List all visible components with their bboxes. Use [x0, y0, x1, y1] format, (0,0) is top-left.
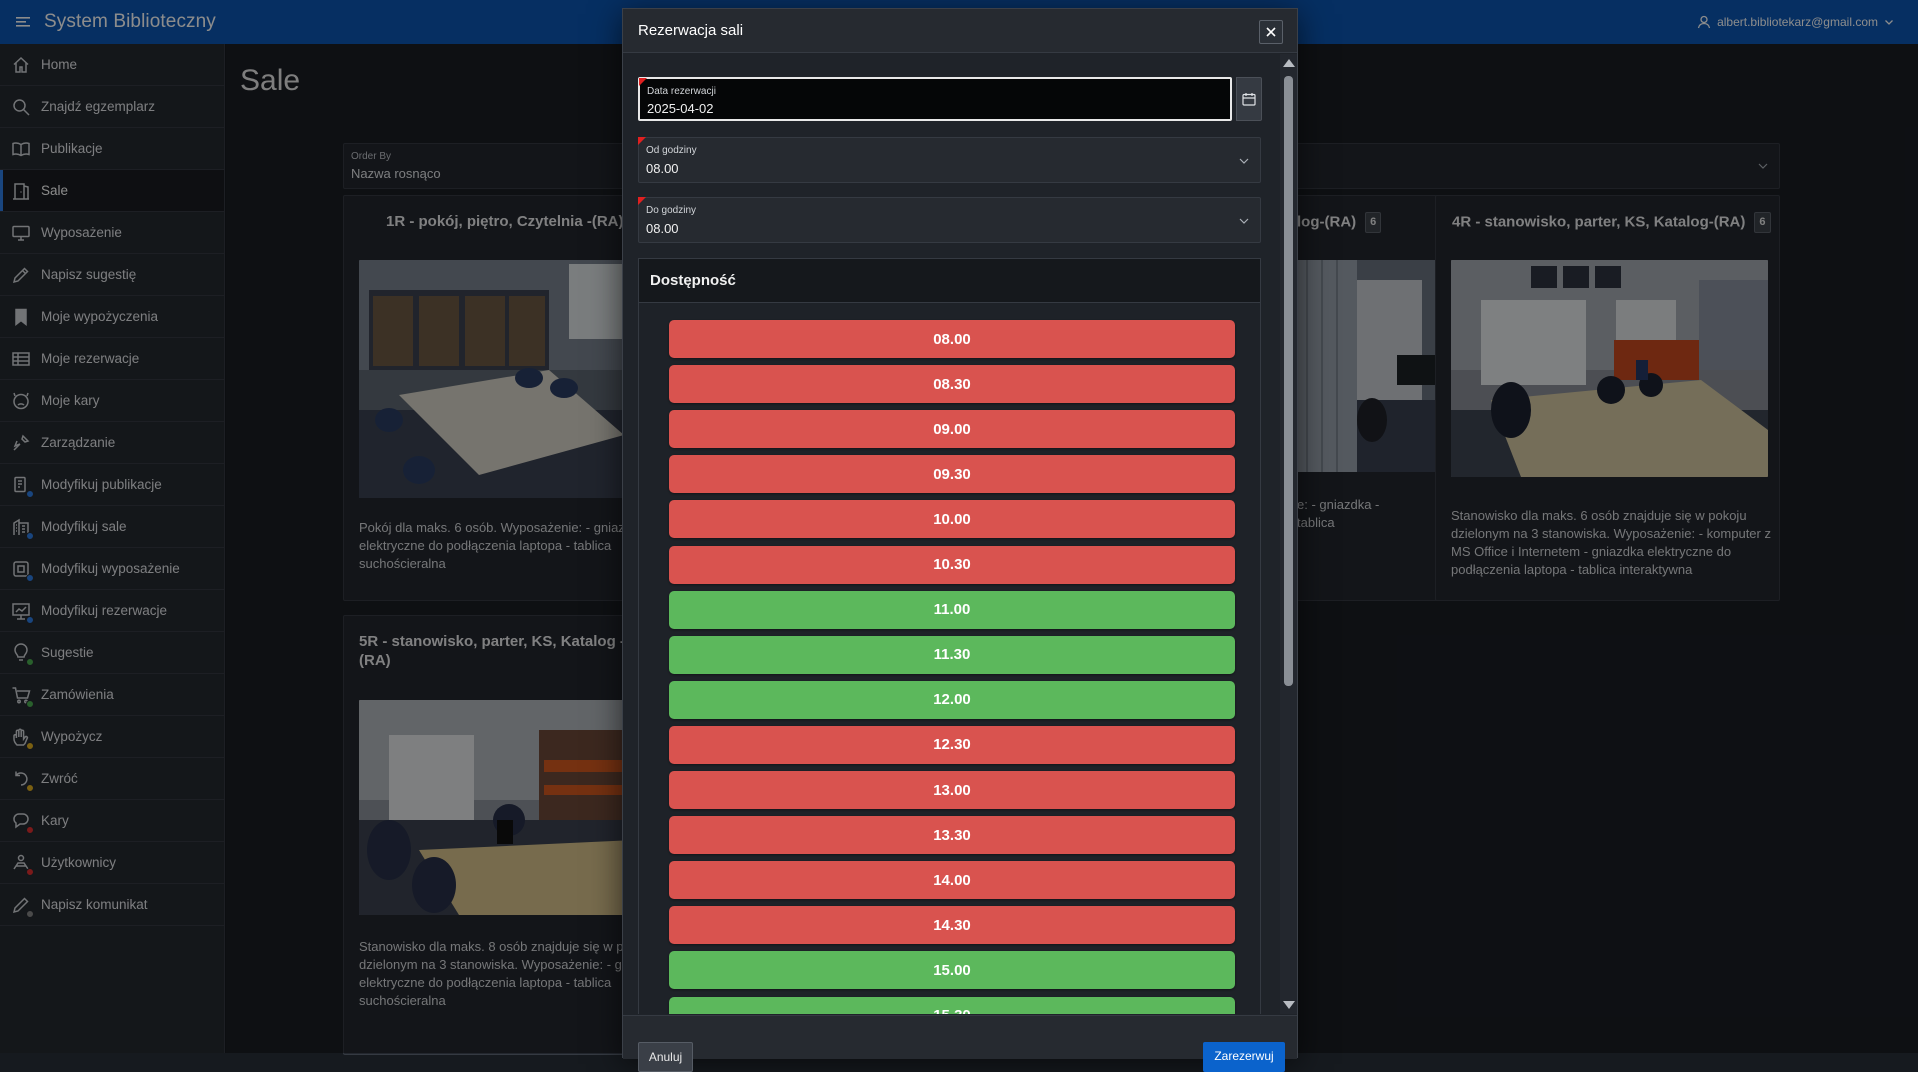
- time-slot-button[interactable]: 08.00: [669, 320, 1235, 358]
- time-slot-button[interactable]: 08.30: [669, 365, 1235, 404]
- time-slot-button[interactable]: 15.30: [669, 996, 1235, 1014]
- availability-title: Dostępność: [639, 259, 1260, 303]
- time-slot-button[interactable]: 09.00: [669, 410, 1235, 449]
- cancel-button[interactable]: Anuluj: [638, 1042, 693, 1072]
- time-slot-button[interactable]: 12.30: [669, 725, 1235, 764]
- time-slot-button[interactable]: 14.30: [669, 906, 1235, 945]
- availability-region: Dostępność 08.00 08.30 09.00 09.30 10.00 10.3…: [638, 258, 1261, 1014]
- to-time-select[interactable]: Do godziny 08.00: [638, 197, 1261, 243]
- date-label: Data rezerwacji: [647, 86, 716, 97]
- time-slot-button[interactable]: 12.00: [669, 680, 1235, 719]
- reserve-button[interactable]: Zarezerwuj: [1203, 1042, 1285, 1072]
- scroll-up-arrow[interactable]: [1283, 59, 1295, 67]
- from-time-value: 08.00: [646, 161, 679, 176]
- time-slot-button[interactable]: 13.30: [669, 816, 1235, 855]
- reservation-date-field[interactable]: Data rezerwacji 2025-04-02: [638, 77, 1232, 121]
- time-slot-button[interactable]: 10.30: [669, 545, 1235, 584]
- time-slot-button[interactable]: 09.30: [669, 455, 1235, 494]
- chevron-down-icon: [1239, 218, 1249, 224]
- required-marker: [638, 137, 646, 145]
- dialog-body: Data rezerwacji 2025-04-02 Od godziny 08…: [623, 54, 1297, 1014]
- time-slot-button[interactable]: 10.00: [669, 500, 1235, 539]
- close-icon: [1266, 27, 1276, 37]
- scroll-down-arrow[interactable]: [1283, 1001, 1295, 1009]
- time-slot-button[interactable]: 13.00: [669, 771, 1235, 809]
- scrollbar-thumb[interactable]: [1284, 76, 1293, 686]
- date-value: 2025-04-02: [647, 101, 714, 116]
- required-marker: [638, 197, 646, 205]
- time-slot-button[interactable]: 11.30: [669, 635, 1235, 674]
- dialog-title: Rezerwacja sali: [638, 22, 744, 39]
- reservation-dialog: Rezerwacja sali Data rezerwacji 2025-04-…: [622, 8, 1298, 1072]
- time-slot-button[interactable]: 14.00: [669, 861, 1235, 900]
- calendar-button[interactable]: [1236, 77, 1262, 121]
- time-slot-button[interactable]: 11.00: [669, 590, 1235, 629]
- to-time-value: 08.00: [646, 221, 679, 236]
- required-marker: [639, 78, 647, 86]
- calendar-icon: [1242, 93, 1256, 106]
- chevron-down-icon: [1239, 158, 1249, 164]
- time-slot-button[interactable]: 15.00: [669, 951, 1235, 990]
- close-button[interactable]: [1259, 20, 1283, 44]
- dialog-footer: Anuluj Zarezerwuj: [623, 1015, 1297, 1072]
- from-time-select[interactable]: Od godziny 08.00: [638, 137, 1261, 183]
- to-time-label: Do godziny: [646, 205, 697, 216]
- dialog-scrollbar[interactable]: [1280, 54, 1297, 1014]
- from-time-label: Od godziny: [646, 145, 697, 156]
- dialog-header: Rezerwacja sali: [623, 9, 1297, 53]
